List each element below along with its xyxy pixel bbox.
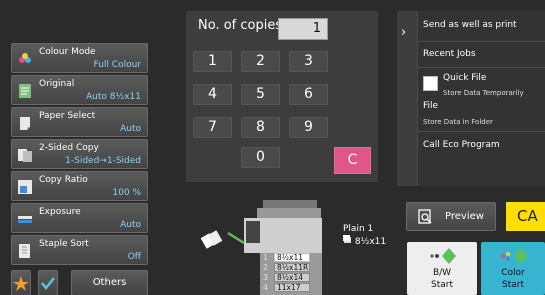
bw-start-line2: Start: [431, 280, 453, 290]
key-7[interactable]: 7: [193, 117, 232, 138]
exposure-icon: [18, 216, 32, 223]
tray-size: 11x17: [274, 282, 310, 292]
clear-all-button[interactable]: CA: [506, 202, 545, 231]
paper-stack-icon: [343, 235, 351, 243]
action-file[interactable]: File: [423, 101, 438, 111]
tray-size: 8½x11: [274, 252, 310, 262]
original-icon: [19, 84, 31, 98]
divider: [418, 67, 545, 68]
setting-value: Full Colour: [93, 60, 141, 70]
setting-colour-mode[interactable]: Colour Mode Full Colour: [11, 43, 148, 73]
check-button[interactable]: [38, 270, 58, 295]
key-8[interactable]: 8: [241, 117, 280, 138]
paper-size-row: 8½x11: [343, 235, 386, 248]
setting-label: Original: [39, 79, 75, 89]
key-3[interactable]: 3: [289, 51, 328, 72]
start-icon: [430, 248, 456, 264]
setting-label: 2-Sided Copy: [39, 143, 99, 153]
setting-label: Staple Sort: [39, 239, 89, 249]
setting-exposure[interactable]: Exposure Auto: [11, 203, 148, 233]
star-icon: [13, 276, 29, 291]
tray-number: 1: [263, 252, 269, 262]
setting-staple-sort[interactable]: Staple Sort Off: [11, 235, 148, 265]
setting-value: Auto 8½x11: [86, 92, 141, 102]
two-sided-icon: [18, 149, 32, 162]
paper-size: 8½x11: [354, 237, 387, 247]
key-1[interactable]: 1: [193, 51, 232, 72]
quick-file-checkbox[interactable]: [423, 76, 438, 91]
staple-sort-icon: [19, 244, 30, 258]
tray-number: 3: [263, 272, 269, 282]
setting-value: Auto: [120, 124, 141, 134]
bw-start-button[interactable]: B/W Start: [407, 242, 477, 295]
paper-select-icon: [20, 117, 30, 130]
colour-mode-icon: [19, 53, 31, 63]
copies-input[interactable]: 1: [278, 18, 328, 40]
setting-value: Off: [127, 252, 141, 262]
preview-label: Preview: [445, 211, 484, 222]
key-2[interactable]: 2: [241, 51, 280, 72]
paper-trays: 1 8½x11 2 8½x11R 3 8½x14 4 11x17: [263, 252, 318, 292]
tray-4[interactable]: 4 11x17: [263, 282, 318, 292]
setting-label: Exposure: [39, 207, 81, 217]
key-6[interactable]: 6: [289, 84, 328, 105]
colour-start-button[interactable]: Color Start: [481, 242, 545, 295]
tray-size: 8½x14: [274, 272, 310, 282]
key-0[interactable]: 0: [241, 147, 280, 168]
key-5[interactable]: 5: [241, 84, 280, 105]
clear-key[interactable]: C: [334, 147, 371, 174]
tray-number: 4: [263, 282, 269, 292]
setting-original[interactable]: Original Auto 8½x11: [11, 75, 148, 105]
tray-1[interactable]: 1 8½x11: [263, 252, 318, 262]
quick-file-sub: Store Data Temporarily: [443, 89, 524, 97]
divider: [418, 41, 545, 42]
start-icon: [501, 248, 528, 264]
keypad-panel: No. of copies 1 1 2 3 4 5 6 7 8 9 0 C: [186, 11, 378, 182]
bottom-row: Others: [11, 270, 148, 295]
colour-start-text: Color Start: [481, 267, 545, 291]
tray-size: 8½x11R: [274, 262, 310, 272]
bw-start-text: B/W Start: [407, 267, 477, 291]
settings-column: Colour Mode Full Colour Original Auto 8½…: [11, 43, 148, 267]
right-action-panel: › Send as well as print Recent Jobs Quic…: [397, 11, 545, 186]
setting-label: Paper Select: [39, 111, 96, 121]
copies-label: No. of copies: [198, 18, 283, 33]
tray-number: 2: [263, 262, 269, 272]
tray-3[interactable]: 3 8½x14: [263, 272, 318, 282]
setting-label: Colour Mode: [39, 47, 96, 57]
copy-ratio-icon: [18, 180, 32, 194]
setting-copy-ratio[interactable]: Copy Ratio 100 %: [11, 171, 148, 201]
file-sub: Store Data in Folder: [423, 118, 493, 126]
paper-info: Plain 1 8½x11: [343, 223, 386, 248]
colour-start-line1: Color: [501, 268, 525, 278]
key-9[interactable]: 9: [289, 117, 328, 138]
paper-type: Plain 1: [343, 224, 374, 234]
setting-value: 100 %: [112, 188, 141, 198]
action-quick-file[interactable]: Quick File: [443, 73, 486, 83]
setting-label: Copy Ratio: [39, 175, 88, 185]
favourites-button[interactable]: [11, 270, 31, 295]
bw-start-line1: B/W: [432, 268, 452, 278]
preview-icon: [418, 209, 432, 224]
action-send-as-well-as-print[interactable]: Send as well as print: [423, 20, 517, 30]
action-list: Send as well as print Recent Jobs Quick …: [417, 11, 545, 186]
action-recent-jobs[interactable]: Recent Jobs: [423, 49, 476, 59]
check-icon: [41, 277, 55, 291]
chevron-right-icon[interactable]: ›: [401, 25, 406, 40]
colour-start-line2: Start: [502, 280, 524, 290]
preview-button[interactable]: Preview: [406, 202, 496, 231]
output-paper-icon: [200, 230, 223, 249]
setting-value: Auto: [120, 220, 141, 230]
tray-2[interactable]: 2 8½x11R: [263, 262, 318, 272]
setting-paper-select[interactable]: Paper Select Auto: [11, 107, 148, 137]
others-button[interactable]: Others: [71, 270, 148, 295]
setting-value: 1-Sided→1-Sided: [65, 156, 141, 166]
action-call-eco-program[interactable]: Call Eco Program: [423, 140, 500, 150]
divider: [418, 131, 545, 132]
key-4[interactable]: 4: [193, 84, 232, 105]
setting-2-sided-copy[interactable]: 2-Sided Copy 1-Sided→1-Sided: [11, 139, 148, 169]
